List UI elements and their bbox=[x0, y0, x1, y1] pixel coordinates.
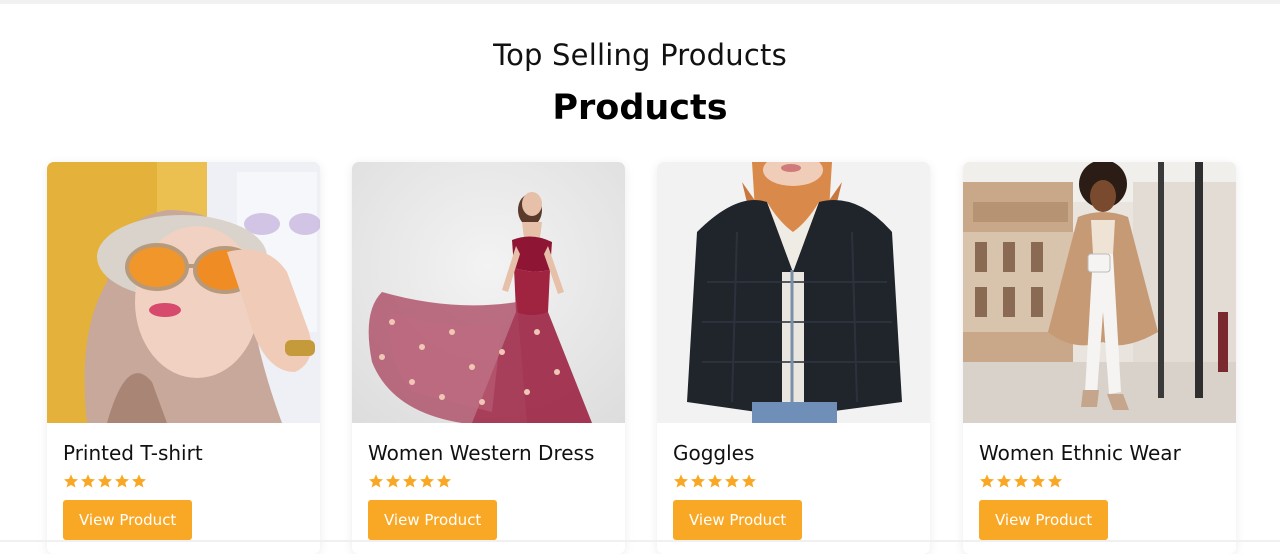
product-image[interactable] bbox=[963, 162, 1236, 423]
view-product-button[interactable]: View Product bbox=[368, 500, 498, 540]
product-card[interactable]: Women Western Dress View Product bbox=[352, 162, 625, 554]
star-icon bbox=[64, 474, 78, 488]
view-product-button[interactable]: View Product bbox=[63, 500, 193, 540]
top-selling-section: Top Selling Products Products Printed T-… bbox=[0, 0, 1280, 554]
product-card[interactable]: Goggles View Product bbox=[657, 162, 930, 554]
star-icon bbox=[1048, 474, 1062, 488]
section-heading: Products bbox=[552, 88, 728, 128]
star-icon bbox=[81, 474, 95, 488]
star-icon bbox=[725, 474, 739, 488]
view-product-button[interactable]: View Product bbox=[979, 500, 1109, 540]
star-icon bbox=[437, 474, 451, 488]
star-icon bbox=[132, 474, 146, 488]
product-title[interactable]: Printed T-shirt bbox=[63, 441, 203, 465]
rating-stars bbox=[979, 473, 1063, 489]
product-card[interactable]: Printed T-shirt View Product bbox=[47, 162, 320, 554]
section-eyebrow: Top Selling Products bbox=[493, 38, 787, 72]
rating-stars bbox=[368, 473, 452, 489]
product-title[interactable]: Goggles bbox=[673, 441, 754, 465]
woman-sunglasses-photo bbox=[47, 162, 320, 423]
rating-stars bbox=[63, 473, 147, 489]
star-icon bbox=[742, 474, 756, 488]
star-icon bbox=[403, 474, 417, 488]
rating-stars bbox=[673, 473, 757, 489]
star-icon bbox=[386, 474, 400, 488]
view-product-button[interactable]: View Product bbox=[673, 500, 803, 540]
star-icon bbox=[674, 474, 688, 488]
product-image[interactable] bbox=[657, 162, 930, 423]
product-image[interactable] bbox=[47, 162, 320, 423]
star-icon bbox=[420, 474, 434, 488]
product-image[interactable] bbox=[352, 162, 625, 423]
star-icon bbox=[1014, 474, 1028, 488]
star-icon bbox=[691, 474, 705, 488]
star-icon bbox=[980, 474, 994, 488]
star-icon bbox=[708, 474, 722, 488]
star-icon bbox=[115, 474, 129, 488]
star-icon bbox=[369, 474, 383, 488]
street-coat-photo bbox=[963, 162, 1236, 423]
star-icon bbox=[98, 474, 112, 488]
product-title[interactable]: Women Western Dress bbox=[368, 441, 594, 465]
product-card[interactable]: Women Ethnic Wear View Product bbox=[963, 162, 1236, 554]
red-gown-photo bbox=[352, 162, 625, 423]
product-title[interactable]: Women Ethnic Wear bbox=[979, 441, 1181, 465]
star-icon bbox=[1031, 474, 1045, 488]
star-icon bbox=[997, 474, 1011, 488]
fur-jacket-photo bbox=[657, 162, 930, 423]
